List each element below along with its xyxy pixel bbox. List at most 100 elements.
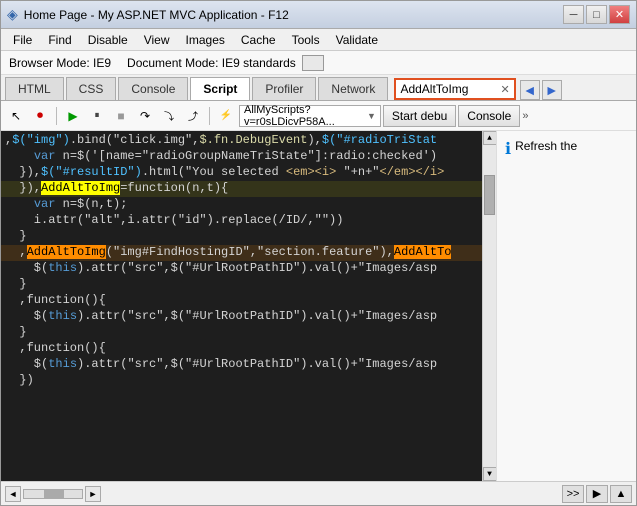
bottom-bar: ◄ ► >> ▶ ▲	[1, 481, 636, 505]
menu-cache[interactable]: Cache	[233, 31, 284, 49]
title-bar: ◈ Home Page - My ASP.NET MVC Application…	[1, 1, 636, 29]
browser-mode-label: Browser Mode: IE9	[9, 56, 111, 70]
scroll-track[interactable]	[483, 145, 496, 467]
tab-network[interactable]: Network	[318, 77, 388, 100]
code-text: ,$("img").bind("click.img",$.fn.DebugEve…	[5, 133, 437, 147]
tab-html[interactable]: HTML	[5, 77, 64, 100]
code-text: ,function(){	[5, 341, 106, 355]
code-text: var n=$('[name="radioGroupNameTriState"]…	[5, 149, 437, 163]
code-line: }),$("#resultID").html("You selected <em…	[1, 165, 496, 181]
code-text: }),$("#resultID").html("You selected <em…	[5, 165, 444, 179]
horizontal-scroll: ◄ ►	[5, 486, 101, 502]
pause-button[interactable]: ⏸	[86, 105, 108, 127]
menubar: File Find Disable View Images Cache Tool…	[1, 29, 636, 51]
code-text: }	[5, 229, 27, 243]
info-icon: ℹ	[505, 139, 511, 159]
menu-tools[interactable]: Tools	[284, 31, 328, 49]
toolbar-separator-2	[209, 107, 210, 125]
play-button[interactable]: ▶	[62, 105, 84, 127]
main-area: ,$("img").bind("click.img",$.fn.DebugEve…	[1, 131, 636, 481]
code-line: }	[1, 229, 496, 245]
scroll-thumb-horizontal	[44, 490, 64, 498]
scroll-left-button[interactable]: ◄	[5, 486, 21, 502]
step-over-button[interactable]: ↷	[134, 105, 156, 127]
vertical-scrollbar[interactable]: ▲ ▼	[482, 131, 496, 481]
record-button[interactable]: ⏺	[29, 105, 51, 127]
code-line: var n=$('[name="radioGroupNameTriState"]…	[1, 149, 496, 165]
app-icon: ◈	[7, 6, 18, 23]
scroll-down-button[interactable]: ▼	[483, 467, 497, 481]
menu-file[interactable]: File	[5, 31, 40, 49]
code-text: }),AddAltToImg=function(n,t){	[5, 181, 228, 195]
browser-mode-bar: Browser Mode: IE9 Document Mode: IE9 sta…	[1, 51, 636, 75]
code-text: ,function(){	[5, 293, 106, 307]
document-mode-label: Document Mode: IE9 standards	[127, 56, 296, 70]
title-bar-left: ◈ Home Page - My ASP.NET MVC Application…	[7, 6, 289, 23]
code-line: }	[1, 277, 496, 293]
breakpoints-button[interactable]: ⚡	[215, 105, 237, 127]
tab-css[interactable]: CSS	[66, 77, 117, 100]
start-debug-button[interactable]: Start debu	[383, 105, 456, 127]
bottom-nav-buttons: >> ▶ ▲	[562, 485, 632, 503]
nav-up-button[interactable]: ▲	[610, 485, 632, 503]
window-title: Home Page - My ASP.NET MVC Application -…	[24, 8, 289, 22]
dropdown-arrow-icon: ▼	[367, 111, 376, 121]
script-selector-value: AllMyScripts?v=r0sLDicvP58A...	[244, 104, 364, 128]
browser-mode-toggle[interactable]	[302, 55, 324, 71]
code-text: $(this).attr("src",$("#UrlRootPathID").v…	[5, 357, 437, 371]
scroll-track-horizontal[interactable]	[23, 489, 83, 499]
scroll-thumb	[484, 175, 495, 215]
script-selector-dropdown[interactable]: AllMyScripts?v=r0sLDicvP58A... ▼	[239, 105, 381, 127]
code-line: ,function(){	[1, 293, 496, 309]
console-button[interactable]: Console	[458, 105, 520, 127]
tab-profiler[interactable]: Profiler	[252, 77, 316, 100]
refresh-text: Refresh the	[515, 139, 577, 153]
code-text: i.attr("alt",i.attr("id").replace(/ID/,"…	[5, 213, 343, 227]
toolbar: ↖ ⏺ ▶ ⏸ ■ ↷ ⤵ ⤴ ⚡ AllMyScripts?v=r0sLDic…	[1, 101, 636, 131]
code-content: ,$("img").bind("click.img",$.fn.DebugEve…	[1, 131, 496, 481]
tab-script[interactable]: Script	[190, 77, 250, 100]
menu-validate[interactable]: Validate	[328, 31, 386, 49]
search-prev-button[interactable]: ◄	[520, 80, 540, 100]
stop-button[interactable]: ■	[110, 105, 132, 127]
search-close-button[interactable]: ✕	[496, 83, 513, 96]
code-text: ,AddAltToImg("img#FindHostingID","sectio…	[5, 245, 451, 259]
search-input[interactable]	[396, 82, 496, 96]
scroll-up-button[interactable]: ▲	[483, 131, 497, 145]
code-line: ,function(){	[1, 341, 496, 357]
scroll-right-button[interactable]: ►	[85, 486, 101, 502]
search-box: ✕	[394, 78, 515, 100]
code-line: })	[1, 373, 496, 389]
tabs-row: HTML CSS Console Script Profiler Network…	[1, 75, 636, 101]
menu-view[interactable]: View	[136, 31, 178, 49]
code-line: }	[1, 325, 496, 341]
minimize-button[interactable]: ─	[563, 5, 584, 24]
title-controls: ─ □ ✕	[563, 5, 630, 24]
tab-console[interactable]: Console	[118, 77, 188, 100]
code-line: $(this).attr("src",$("#UrlRootPathID").v…	[1, 357, 496, 373]
step-out-button[interactable]: ⤴	[182, 105, 204, 127]
menu-disable[interactable]: Disable	[80, 31, 136, 49]
close-button[interactable]: ✕	[609, 5, 630, 24]
code-line: ,$("img").bind("click.img",$.fn.DebugEve…	[1, 133, 496, 149]
main-window: ◈ Home Page - My ASP.NET MVC Application…	[0, 0, 637, 506]
right-chevron-icon: »	[522, 110, 528, 122]
search-arrows: ◄ ►	[520, 80, 562, 100]
code-text: }	[5, 277, 27, 291]
menu-find[interactable]: Find	[40, 31, 79, 49]
code-text: })	[5, 373, 34, 387]
search-next-button[interactable]: ►	[542, 80, 562, 100]
nav-prev-button[interactable]: >>	[562, 485, 584, 503]
toolbar-separator-1	[56, 107, 57, 125]
code-line: }),AddAltToImg=function(n,t){	[1, 181, 496, 197]
code-line: ,AddAltToImg("img#FindHostingID","sectio…	[1, 245, 496, 261]
step-into-button[interactable]: ⤵	[158, 105, 180, 127]
menu-images[interactable]: Images	[178, 31, 233, 49]
code-text: var n=$(n,t);	[5, 197, 127, 211]
maximize-button[interactable]: □	[586, 5, 607, 24]
select-tool-button[interactable]: ↖	[5, 105, 27, 127]
code-text: }	[5, 325, 27, 339]
nav-play-button[interactable]: ▶	[586, 485, 608, 503]
code-panel[interactable]: ,$("img").bind("click.img",$.fn.DebugEve…	[1, 131, 496, 481]
refresh-info: ℹ Refresh the	[501, 135, 632, 163]
